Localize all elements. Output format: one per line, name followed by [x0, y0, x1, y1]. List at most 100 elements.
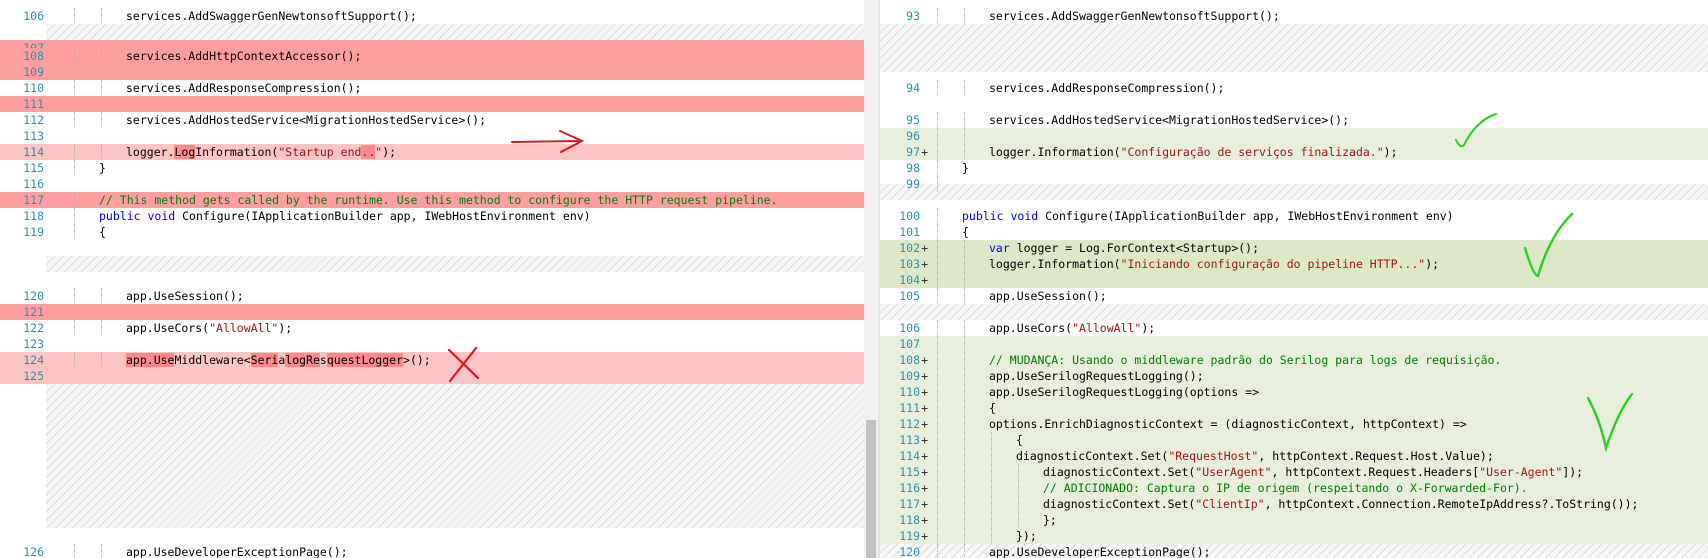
- indent-guide: [101, 352, 102, 368]
- code-text: logger.Information("Configuração de serv…: [989, 144, 1398, 160]
- line-number: 120: [8, 288, 46, 304]
- line-number: 110: [8, 80, 46, 96]
- indent-guide: [101, 144, 102, 160]
- indent-guide: [964, 512, 965, 528]
- added-marker: +: [921, 145, 928, 159]
- line-number-text: 120: [23, 289, 44, 303]
- right-diff-line: 93 services.AddSwaggerGenNewtonsoftSuppor…: [880, 8, 1708, 24]
- indent-guide: [964, 128, 965, 144]
- left-diff-line: 126 app.UseDeveloperExceptionPage();: [0, 544, 878, 558]
- right-diff-line: 106 app.UseCors("AllowAll");: [880, 320, 1708, 336]
- code-token: app.UseSerilogRequestLogging();: [989, 369, 1204, 383]
- indent-guide: [101, 8, 102, 24]
- right-diff-pane: 93 services.AddSwaggerGenNewtonsoftSuppor…: [880, 0, 1708, 558]
- code-token: app.Use: [126, 353, 175, 367]
- diff-filler: [46, 384, 878, 528]
- indent-guide: [937, 176, 938, 192]
- code-token: logger.: [126, 145, 175, 159]
- line-number-text: 108: [23, 49, 44, 63]
- left-diff-line: 109: [0, 64, 878, 80]
- code-token: );: [1425, 257, 1440, 271]
- indent-guide: [937, 464, 938, 480]
- right-diff-line: 101 {: [880, 224, 1708, 240]
- right-diff-line: 100 public void Configure(IApplicationBui…: [880, 208, 1708, 224]
- code-token: );: [1383, 145, 1398, 159]
- line-number: 105: [880, 288, 922, 304]
- diff-filler: [880, 24, 1708, 72]
- line-number-text: 107: [899, 337, 920, 351]
- code-token: app.UseSerilogRequestLogging(options =>: [989, 385, 1260, 399]
- line-number: 116 +: [880, 480, 928, 496]
- left-diff-line: 112 services.AddHostedService<MigrationHo…: [0, 112, 878, 128]
- indent-guide: [1018, 480, 1019, 496]
- scrollbar-thumb[interactable]: [866, 420, 876, 558]
- indent-guide: [74, 208, 75, 224]
- line-number-text: 106: [899, 321, 920, 335]
- left-diff-line: 108 services.AddHttpContextAccessor();: [0, 48, 878, 64]
- code-token: , httpContext.Request.Headers[: [1271, 465, 1480, 479]
- code-token: {: [989, 401, 996, 415]
- indent-guide: [937, 512, 938, 528]
- code-text: services.AddResponseCompression();: [989, 80, 1224, 96]
- code-text: {: [99, 224, 106, 240]
- left-diff-line: 118 public void Configure(IApplicationBui…: [0, 208, 878, 224]
- indent-guide: [74, 48, 75, 64]
- left-diff-line: 120 app.UseSession();: [0, 288, 878, 304]
- left-diff-line: 125: [0, 368, 878, 384]
- added-marker: +: [921, 513, 928, 527]
- code-text: {: [989, 400, 996, 416]
- indent-guide: [964, 368, 965, 384]
- added-marker: +: [921, 449, 928, 463]
- diff-filler: [880, 304, 1708, 320]
- line-number: 109 +: [880, 368, 928, 384]
- vertical-scrollbar[interactable]: [864, 0, 878, 558]
- line-number-text: 111: [23, 97, 44, 111]
- indent-guide: [964, 8, 965, 24]
- added-marker: +: [921, 401, 928, 415]
- indent-guide: [937, 144, 938, 160]
- indent-guide: [964, 112, 965, 128]
- line-number: 99: [880, 176, 922, 192]
- code-token: logRe: [285, 353, 320, 367]
- added-marker: +: [921, 433, 928, 447]
- indent-guide: [937, 8, 938, 24]
- code-token: app.UseSession();: [989, 289, 1107, 303]
- added-marker: +: [921, 385, 928, 399]
- line-number-text: 119: [899, 529, 920, 543]
- right-diff-line: 115 + diagnosticContext.Set("UserAgent", h…: [880, 464, 1708, 480]
- code-text: }: [99, 160, 106, 176]
- right-diff-line: 111 + {: [880, 400, 1708, 416]
- line-number: 106: [8, 8, 46, 24]
- indent-guide: [964, 352, 965, 368]
- line-number-text: 93: [906, 9, 920, 23]
- indent-guide: [964, 80, 965, 96]
- line-number: 97 +: [880, 144, 928, 160]
- code-text: // This method gets called by the runtim…: [99, 192, 778, 208]
- line-number-text: 94: [906, 81, 920, 95]
- code-token: Information(: [195, 145, 279, 159]
- indent-guide: [937, 288, 938, 304]
- code-token: logger.Information(: [989, 257, 1121, 271]
- indent-guide: [937, 368, 938, 384]
- indent-guide: [101, 48, 102, 64]
- left-diff-line: 106 services.AddSwaggerGenNewtonsoftSuppo…: [0, 8, 878, 24]
- code-text: {: [962, 224, 969, 240]
- left-diff-line: 122 app.UseCors("AllowAll");: [0, 320, 878, 336]
- indent-guide: [937, 272, 938, 288]
- left-diff-line: 124 app.UseMiddleware<SerialogResquestLog…: [0, 352, 878, 368]
- indent-guide: [101, 544, 102, 558]
- line-number-text: 111: [899, 401, 920, 415]
- line-number: 108 +: [880, 352, 928, 368]
- right-diff-line: 108 + // MUDANÇA: Usando o middleware padr…: [880, 352, 1708, 368]
- line-number-text: 124: [23, 353, 44, 367]
- right-diff-line: 109 + app.UseSerilogRequestLogging();: [880, 368, 1708, 384]
- code-token: // This method gets called by the runtim…: [99, 193, 778, 207]
- right-diff-line: 120 app.UseDeveloperExceptionPage();: [880, 544, 1708, 558]
- line-number-text: 120: [899, 545, 920, 558]
- code-token: diagnosticContext.Set(: [1043, 465, 1196, 479]
- indent-guide: [101, 112, 102, 128]
- code-text: {: [1016, 432, 1023, 448]
- indent-guide: [991, 512, 992, 528]
- line-number-text: 118: [23, 209, 44, 223]
- added-marker: +: [921, 481, 928, 495]
